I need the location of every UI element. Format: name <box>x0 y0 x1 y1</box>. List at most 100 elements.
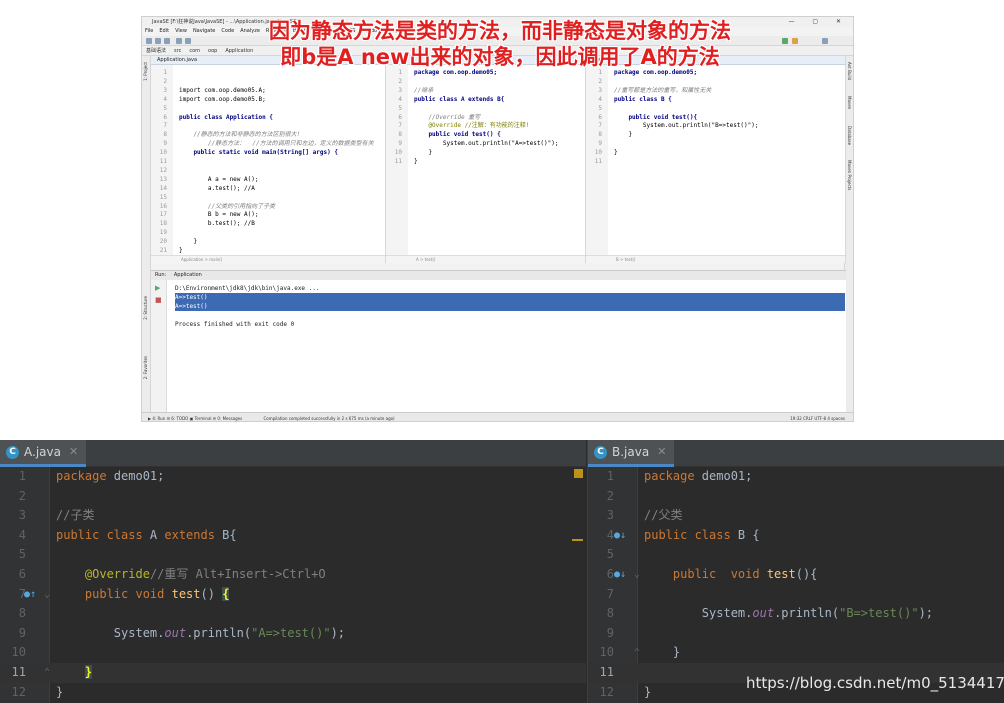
fold-icon[interactable]: ⌃ <box>44 663 50 683</box>
editor-a-dark[interactable]: C A.java ✕ 1 package demo01; 2 3 //子类 4 pub… <box>0 440 586 703</box>
line-number: 8 <box>163 131 167 139</box>
code-text: B b = new A(); <box>179 211 259 219</box>
line-number: 2 <box>606 488 614 503</box>
editor-b-dark[interactable]: C B.java ✕ 1 package demo01; 2 3//父类 4 ●↓ p… <box>587 440 1004 703</box>
line-number: 11 <box>159 158 167 165</box>
code-line: 7 System.out.println("B=>test()"); <box>586 121 845 130</box>
line-number: 4 <box>598 95 602 103</box>
overlay-line-1: 因为静态方法是类的方法，而非静态是对象的方法 <box>269 19 731 43</box>
tool-project[interactable]: 1: Project <box>143 62 148 81</box>
fold-icon[interactable]: ⌄ <box>44 585 50 605</box>
line-number: 5 <box>18 547 26 562</box>
code-text: System. <box>113 625 165 640</box>
overridden-gutter-icon[interactable]: ●↓ <box>614 526 626 546</box>
fold-icon[interactable]: ⌃ <box>634 643 640 663</box>
line-number: 7 <box>18 586 26 601</box>
tool-favorites[interactable]: 2: Favorites <box>143 356 148 379</box>
line-number: 7 <box>598 122 602 130</box>
line-number: 2 <box>398 77 402 85</box>
editor-a[interactable]: A.java 1 package com.oop.demo05; 2 3//继承 4 pu… <box>386 56 586 263</box>
code-line: 6 //Override 重写 <box>386 113 585 122</box>
overridden-gutter-icon[interactable]: ●↓ <box>614 565 626 585</box>
status-bar: ▶ 4: Run ☰ 6: TODO ▣ Terminal ✉ 0: Messa… <box>142 412 853 421</box>
line-number: 3 <box>163 86 167 94</box>
code-line: 6 public class Application { <box>151 113 385 122</box>
line-number: 11 <box>594 158 602 165</box>
code-text: public class Application { <box>179 113 273 121</box>
code-text: } <box>179 247 183 254</box>
code-line: 12 <box>151 166 385 175</box>
code-line: 10} <box>586 148 845 157</box>
code-line: 5 <box>151 104 385 113</box>
line-number: 11 <box>599 665 614 679</box>
line-number: 3 <box>598 86 602 94</box>
code-line: 3 import com.oop.demo05.A; <box>151 86 385 95</box>
code-text: .println( <box>774 606 840 621</box>
editor-b[interactable]: B.java 1 package com.oop.demo05; 2 3//重写都是方… <box>586 56 846 263</box>
tab-a-java[interactable]: C A.java ✕ <box>0 440 87 467</box>
keyword: public class <box>56 527 150 542</box>
keyword: public class <box>644 527 738 542</box>
code-line: 4 public class A extends B{ <box>386 95 585 104</box>
run-tab-application[interactable]: Application <box>174 272 202 278</box>
code-line: 4 import com.oop.demo05.B; <box>151 95 385 104</box>
code-text: A a = new A(); <box>179 175 259 183</box>
run-tabbar: Run: Application <box>151 271 846 280</box>
tool-database[interactable]: Database <box>847 126 852 145</box>
console-line: Process finished with exit code 0 <box>175 321 295 328</box>
line-number: 5 <box>606 547 614 562</box>
line-number: 19 <box>159 229 167 237</box>
comment: //父类 <box>644 508 683 523</box>
stop-icon[interactable]: ■ <box>155 296 162 304</box>
status-message: Compilation completed successfully in 2 … <box>263 416 395 421</box>
editor-application[interactable]: Application.java 1 2 3 import com.oop.demo0… <box>151 56 386 263</box>
close-icon[interactable]: ✕ <box>69 440 78 465</box>
keyword: extends <box>164 527 223 542</box>
error-stripe[interactable] <box>572 539 583 541</box>
line-number: 14 <box>159 184 167 192</box>
tab-b-java[interactable]: C B.java ✕ <box>588 440 675 467</box>
code-text: } <box>614 131 633 139</box>
line-number: 6 <box>606 567 614 581</box>
brace-highlight: { <box>222 586 230 601</box>
close-icon[interactable]: ✕ <box>657 440 666 465</box>
method-name: test <box>766 567 796 581</box>
code-text: System. <box>701 606 753 621</box>
line-number: 12 <box>159 166 167 174</box>
override-gutter-icon[interactable]: ●↑ <box>24 585 36 605</box>
line-number: 1 <box>18 469 26 483</box>
static-field: out <box>164 625 187 640</box>
code-text: System.out.println("B=>test()"); <box>614 122 759 130</box>
line-number: 5 <box>163 104 167 112</box>
code-text: } <box>179 238 198 246</box>
line-number: 10 <box>594 149 602 157</box>
bottom-tool-tabs[interactable]: ▶ 4: Run ☰ 6: TODO ▣ Terminal ✉ 0: Messa… <box>148 416 242 421</box>
code-line: 16 //父类的引用指向了子类 <box>151 202 385 211</box>
code-line: 11 <box>151 157 385 166</box>
line-number: 4 <box>398 95 402 103</box>
tool-maven-projects[interactable]: Maven Projects <box>847 160 852 190</box>
ide-screenshot: JavaSE [F:\狂神说Java\JavaSE] - ...\Applica… <box>141 16 854 422</box>
code-line: 11 <box>586 157 845 166</box>
code-text: public void test() { <box>414 131 501 139</box>
code-line: 8 } <box>586 130 845 139</box>
class-icon: C <box>594 445 607 459</box>
code-text: } <box>414 158 418 165</box>
code-line: 2 <box>586 77 845 86</box>
line-number: 20 <box>159 238 167 246</box>
tool-structure[interactable]: 2: Structure <box>143 296 148 320</box>
comment: //子类 <box>56 508 95 523</box>
code-text: //静态方法： //方法的调用只和左边，定义的数据类型有关 <box>179 140 374 148</box>
line-number: 9 <box>598 140 602 148</box>
line-number: 2 <box>18 488 26 503</box>
code-text: package com.oop.demo05; <box>414 69 498 76</box>
tool-maven[interactable]: Maven <box>847 96 852 109</box>
line-number: 6 <box>18 567 26 581</box>
code-line: 14 a.test(); //A <box>151 184 385 193</box>
warning-marker[interactable] <box>574 469 583 478</box>
code-text: ); <box>918 606 934 621</box>
line-number: 10 <box>159 149 167 157</box>
fold-icon[interactable]: ⌄ <box>634 565 640 585</box>
code-text: import com.oop.demo05.B; <box>179 95 266 103</box>
rerun-icon[interactable]: ▶ <box>155 284 160 292</box>
